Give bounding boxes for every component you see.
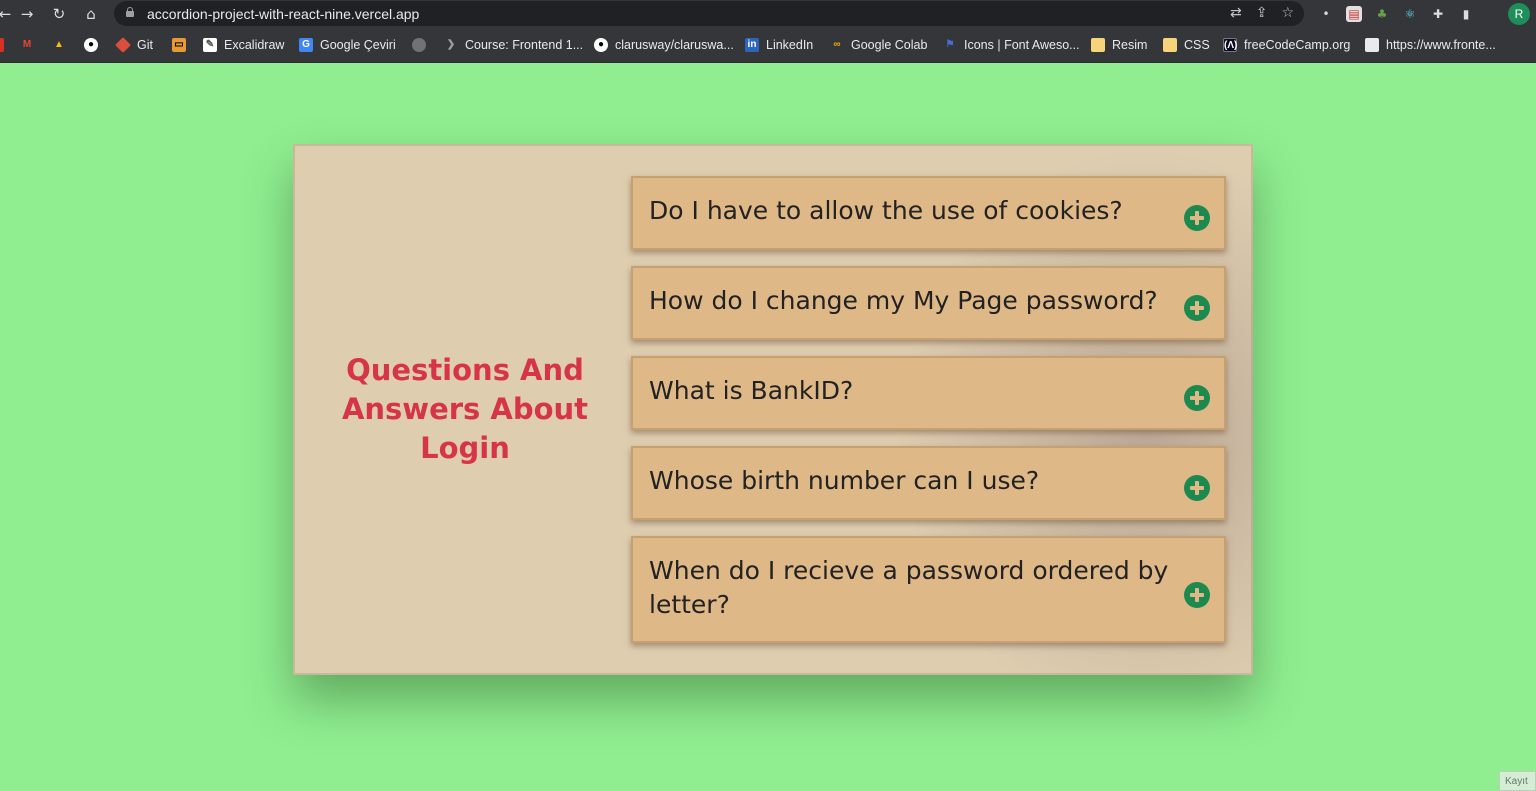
- git-icon: [115, 37, 131, 53]
- home-icon[interactable]: ⌂: [80, 3, 102, 25]
- bookmark-freecodecamp[interactable]: (Λ) freeCodeCamp.org: [1223, 36, 1350, 54]
- lock-icon: [126, 7, 134, 17]
- github-icon: ●: [594, 38, 608, 52]
- bookmark-google-colab[interactable]: ∞ Google Colab: [830, 36, 927, 54]
- flag-icon: ⚑: [945, 39, 955, 50]
- share-icon[interactable]: ⇪: [1256, 5, 1268, 21]
- address-bar[interactable]: accordion-project-with-react-nine.vercel…: [114, 1, 1304, 26]
- bookmark-git[interactable]: Git: [115, 36, 153, 54]
- bookmark-label: Icons | Font Aweso...: [964, 38, 1080, 52]
- bookmark-label: freeCodeCamp.org: [1244, 38, 1351, 52]
- extension-icon[interactable]: •: [1318, 6, 1334, 22]
- extension-icon[interactable]: ▤: [1346, 6, 1362, 22]
- bookmark-label: Course: Frontend 1...: [465, 38, 584, 52]
- url-text[interactable]: accordion-project-with-react-nine.vercel…: [147, 6, 419, 22]
- corner-label: Kayıt: [1499, 771, 1536, 791]
- extension-icons: • ▤ ♣ ⚛ ✚ ▮: [1318, 3, 1474, 25]
- bookmark-item[interactable]: [412, 36, 426, 54]
- reload-icon[interactable]: ↻: [48, 3, 70, 25]
- colab-icon: ∞: [833, 39, 841, 50]
- react-devtools-icon[interactable]: ⚛: [1402, 6, 1418, 22]
- expand-plus-icon[interactable]: [1184, 475, 1210, 501]
- accordion-item[interactable]: When do I recieve a password ordered by …: [631, 536, 1226, 643]
- folder-icon: [1163, 38, 1177, 52]
- github-icon: ●: [84, 38, 98, 52]
- forward-icon[interactable]: →: [16, 3, 38, 25]
- translate-icon: G: [299, 38, 313, 52]
- expand-plus-icon[interactable]: [1184, 385, 1210, 411]
- bookmark-frontend-url[interactable]: https://www.fronte...: [1365, 36, 1496, 54]
- extension-icon[interactable]: ♣: [1374, 6, 1390, 22]
- gmail-icon: M: [22, 39, 32, 50]
- expand-plus-icon[interactable]: [1184, 205, 1210, 231]
- address-bar-actions: ⇄ ⇪ ☆: [1230, 5, 1294, 21]
- course-icon: ❯: [446, 39, 456, 50]
- back-icon[interactable]: ←: [0, 3, 16, 25]
- bookmark-icon: [0, 38, 4, 52]
- folder-icon: [1091, 38, 1105, 52]
- bookmark-folder-resim[interactable]: Resim: [1091, 36, 1147, 54]
- bookmark-label: Google Colab: [851, 38, 928, 52]
- bookmark-course[interactable]: ❯ Course: Frontend 1...: [444, 36, 583, 54]
- extensions-puzzle-icon[interactable]: ✚: [1430, 6, 1446, 22]
- expand-plus-icon[interactable]: [1184, 295, 1210, 321]
- bookmark-item[interactable]: ●: [84, 36, 98, 54]
- accordion-item[interactable]: Whose birth number can I use?: [631, 446, 1226, 520]
- globe-icon: [412, 38, 426, 52]
- bookmark-excalidraw[interactable]: ✎ Excalidraw: [203, 36, 284, 54]
- question-text: Whose birth number can I use?: [649, 466, 1040, 495]
- drive-icon: ▲: [54, 39, 64, 50]
- bookmark-item[interactable]: [0, 36, 4, 54]
- faq-card: Questions And Answers About Login Do I h…: [293, 144, 1253, 675]
- excalidraw-icon: ✎: [203, 38, 217, 52]
- freecodecamp-icon: (Λ): [1223, 38, 1238, 52]
- expand-plus-icon[interactable]: [1184, 582, 1210, 608]
- browser-toolbar: ← → ↻ ⌂ accordion-project-with-react-nin…: [0, 0, 1536, 27]
- bookmark-label: Excalidraw: [224, 38, 285, 52]
- bookmark-icon: ▭: [172, 38, 186, 52]
- bookmark-label: https://www.fronte...: [1386, 38, 1496, 52]
- question-text: How do I change my My Page password?: [649, 286, 1158, 315]
- bookmark-label: Resim: [1112, 38, 1148, 52]
- question-text: Do I have to allow the use of cookies?: [649, 196, 1123, 225]
- page-title: Questions And Answers About Login: [341, 353, 589, 465]
- page-icon: [1365, 38, 1379, 52]
- star-icon[interactable]: ☆: [1281, 5, 1294, 21]
- bookmark-item[interactable]: M: [20, 36, 34, 54]
- bookmark-label: LinkedIn: [766, 38, 814, 52]
- linkedin-icon: in: [745, 38, 759, 52]
- accordion-item[interactable]: Do I have to allow the use of cookies?: [631, 176, 1226, 250]
- bookmark-linkedin[interactable]: in LinkedIn: [745, 36, 813, 54]
- accordion-item[interactable]: What is BankID?: [631, 356, 1226, 430]
- bookmark-label: clarusway/claruswa...: [615, 38, 734, 52]
- question-text: What is BankID?: [649, 376, 854, 405]
- bookmark-label: CSS: [1184, 38, 1210, 52]
- translate-icon[interactable]: ⇄: [1230, 5, 1242, 21]
- accordion-item[interactable]: How do I change my My Page password?: [631, 266, 1226, 340]
- side-panel-icon[interactable]: ▮: [1458, 6, 1474, 22]
- profile-avatar[interactable]: R: [1508, 3, 1530, 25]
- question-text: When do I recieve a password ordered by …: [649, 556, 1169, 619]
- bookmark-google-ceviri[interactable]: G Google Çeviri: [299, 36, 396, 54]
- bookmark-folder-css[interactable]: CSS: [1163, 36, 1210, 54]
- bookmark-item[interactable]: ▲: [52, 36, 66, 54]
- bookmark-clarusway[interactable]: ● clarusway/claruswa...: [594, 36, 734, 54]
- bookmarks-bar: M ▲ ● Git ▭ ✎ Excalidraw G Google Çeviri ❯…: [0, 27, 1536, 63]
- bookmark-label: Git: [137, 38, 153, 52]
- bookmark-item[interactable]: ▭: [172, 36, 186, 54]
- bookmark-label: Google Çeviri: [320, 38, 396, 52]
- bookmark-font-awesome[interactable]: ⚑ Icons | Font Aweso...: [943, 36, 1080, 54]
